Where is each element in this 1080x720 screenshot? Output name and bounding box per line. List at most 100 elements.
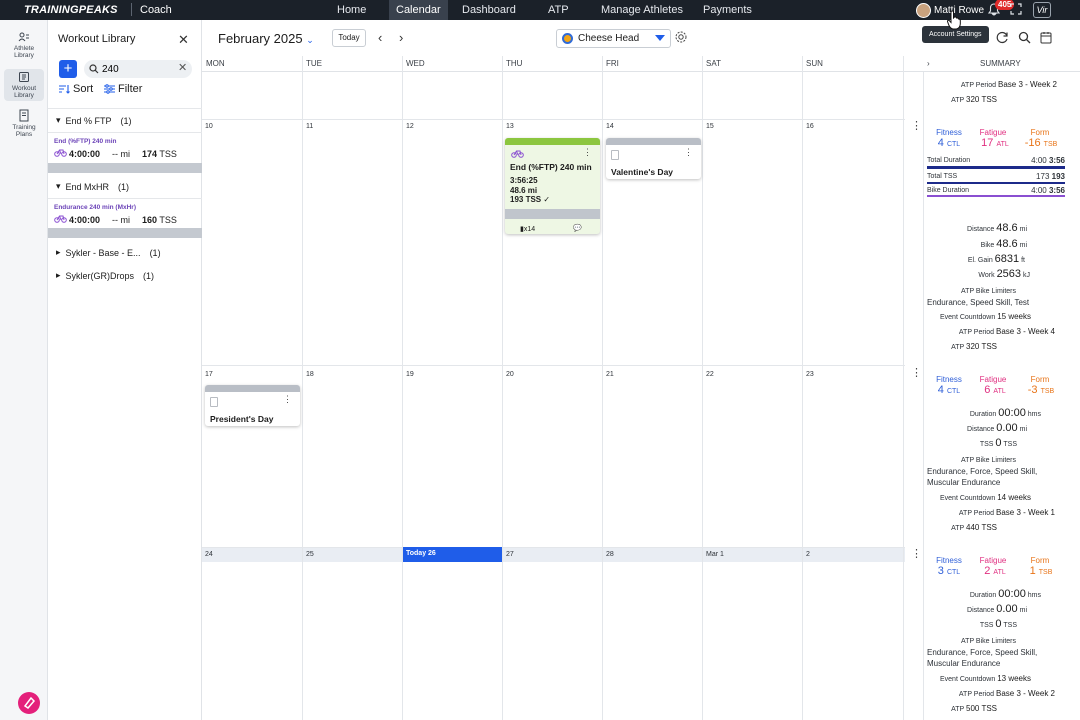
nav-manage-athletes[interactable]: Manage Athletes [594, 0, 690, 20]
form-label: Form [1030, 375, 1050, 384]
limiters-value: Endurance, Speed Skill, Test [927, 298, 1030, 307]
fullscreen-icon[interactable] [1010, 3, 1022, 15]
weekday-label: TUE [306, 59, 322, 68]
athlete-selector[interactable]: Cheese Head [556, 29, 671, 48]
date-number: Mar 1 [706, 551, 724, 558]
search-icon [89, 64, 99, 74]
date-number: 11 [306, 123, 314, 130]
date-number: 17 [205, 371, 213, 378]
comment-icon[interactable]: 💬 [573, 224, 582, 232]
nav-atp[interactable]: ATP [541, 0, 576, 20]
form-label: Form [1030, 556, 1050, 565]
filter-icon [104, 84, 115, 94]
library-group-sykler-drops[interactable]: ▸ Sykler(GR)Drops (1) [56, 270, 154, 281]
library-group-sykler-base[interactable]: ▸ Sykler - Base - E... (1) [56, 247, 161, 258]
today-button[interactable]: Today [332, 29, 366, 47]
fitness-label: Fitness [936, 556, 962, 565]
rail-training-plans[interactable]: Training Plans [4, 109, 44, 138]
search-box: ✕ [84, 60, 192, 78]
date-number: 24 [205, 551, 213, 558]
week-summary: Fitness 4 CTL Fatigue 17 ATL Form -16 TS… [923, 119, 1065, 365]
sort-icon [59, 85, 70, 94]
form-value: -16 TSB [1024, 137, 1058, 149]
summary-header: SUMMARY [980, 59, 1021, 68]
week-options-icon[interactable]: ⋮ [911, 547, 922, 560]
date-number: 21 [606, 371, 614, 378]
weekday-label: SUN [806, 59, 823, 68]
avatar [916, 2, 931, 18]
fatigue-value: 17 ATL [981, 137, 1009, 149]
gear-icon[interactable] [674, 30, 688, 44]
close-icon[interactable]: ✕ [178, 32, 189, 48]
week-summary: ATP Period Base 3 - Week 2 ATP 320 TSS [923, 72, 1065, 119]
fitness-value: 3 CTL [937, 565, 961, 577]
fatigue-value: 6 ATL [984, 384, 1006, 396]
date-number: 15 [706, 123, 714, 130]
chevron-right-icon: ▸ [56, 270, 61, 280]
prev-month-icon[interactable]: ‹ [378, 30, 382, 45]
sort-button[interactable]: Sort [59, 83, 93, 95]
rail-athlete-library[interactable]: Athlete Library [4, 32, 44, 59]
bike-progress-bar [927, 195, 1065, 197]
note-title: Valentine's Day [611, 167, 674, 177]
nav-calendar[interactable]: Calendar [389, 0, 448, 20]
search-icon[interactable] [1018, 31, 1031, 44]
library-group-end-mxhr[interactable]: ▾ End MxHR (1) [56, 181, 129, 192]
divider [48, 198, 202, 199]
bike-icon [54, 214, 67, 225]
top-nav-bar: TRAININGPEAKS Coach Home Calendar Dashbo… [0, 0, 1080, 20]
clear-search-icon[interactable]: ✕ [178, 61, 187, 74]
date-number: 2 [806, 551, 810, 558]
help-logo-icon[interactable] [18, 692, 40, 714]
library-workout-values[interactable]: 4:00:00 -- mi 174 TSS [54, 148, 177, 159]
vir-button[interactable]: Vir [1033, 2, 1051, 18]
week-options-icon[interactable]: ⋮ [911, 119, 922, 132]
collapse-summary-icon[interactable]: › [924, 56, 930, 72]
filter-label: Filter [118, 83, 143, 95]
summary-duration: Duration 00:00 hms [969, 407, 1041, 419]
search-input[interactable] [102, 62, 172, 76]
note-card[interactable]: ⋮ President's Day [205, 385, 300, 426]
more-options-icon[interactable]: ⋮ [283, 394, 292, 405]
limiters-label: ATP Bike Limiters [961, 288, 1016, 295]
chevron-down-icon: ▾ [56, 115, 61, 125]
more-options-icon[interactable]: ⋮ [583, 147, 592, 158]
bike-icon [511, 150, 524, 158]
next-month-icon[interactable]: › [399, 30, 403, 45]
workout-duration: 4:00:00 [69, 148, 101, 159]
library-workout-name[interactable]: Endurance 240 min (MxHr) [54, 204, 136, 211]
summary-countdown: Event Countdown 15 weeks [939, 312, 1031, 321]
brand-logo[interactable]: TRAININGPEAKS [24, 4, 118, 16]
note-card[interactable]: ⋮ Valentine's Day [606, 138, 701, 179]
nav-home[interactable]: Home [330, 0, 373, 20]
fatigue-label: Fatigue [979, 375, 1007, 384]
note-icon [210, 397, 218, 407]
more-options-icon[interactable]: ⋮ [684, 147, 693, 158]
summary-distance: Distance 48.6 mi [967, 222, 1027, 234]
library-workout-name[interactable]: End (%FTP) 240 min [54, 138, 116, 145]
nav-dashboard[interactable]: Dashboard [455, 0, 523, 20]
date-number: 18 [306, 371, 314, 378]
filter-button[interactable]: Filter [104, 83, 142, 95]
workout-tss: 160 TSS [142, 214, 177, 225]
add-workout-button[interactable]: + [59, 60, 77, 78]
workout-tss: 174 TSS [142, 148, 177, 159]
rail-label: Athlete Library [13, 45, 35, 59]
note-icon [611, 150, 619, 160]
library-group-end-ftp[interactable]: ▾ End % FTP (1) [56, 115, 132, 126]
rail-workout-library[interactable]: Workout Library [4, 69, 44, 101]
workout-card[interactable]: ⋮ End (%FTP) 240 min 3:56:25 48.6 mi 193… [505, 138, 600, 234]
rail-label: Training Plans [12, 124, 36, 138]
date-number: 13 [506, 123, 514, 130]
nav-payments[interactable]: Payments [696, 0, 759, 20]
summary-duration: Duration 00:00 hms [969, 588, 1041, 600]
duration-progress-bar [927, 166, 1065, 169]
week-options-icon[interactable]: ⋮ [911, 366, 922, 379]
summary-bike: Bike 48.6 mi [980, 238, 1027, 250]
summary-atp-period: ATP Period Base 3 - Week 2 [958, 689, 1055, 698]
month-selector[interactable]: February 2025 ⌄ [218, 31, 314, 46]
summary-atp: ATP 500 TSS [951, 704, 997, 713]
calendar-add-icon[interactable] [1040, 31, 1053, 44]
library-workout-values[interactable]: 4:00:00 -- mi 160 TSS [54, 214, 177, 225]
refresh-icon[interactable] [996, 31, 1009, 44]
